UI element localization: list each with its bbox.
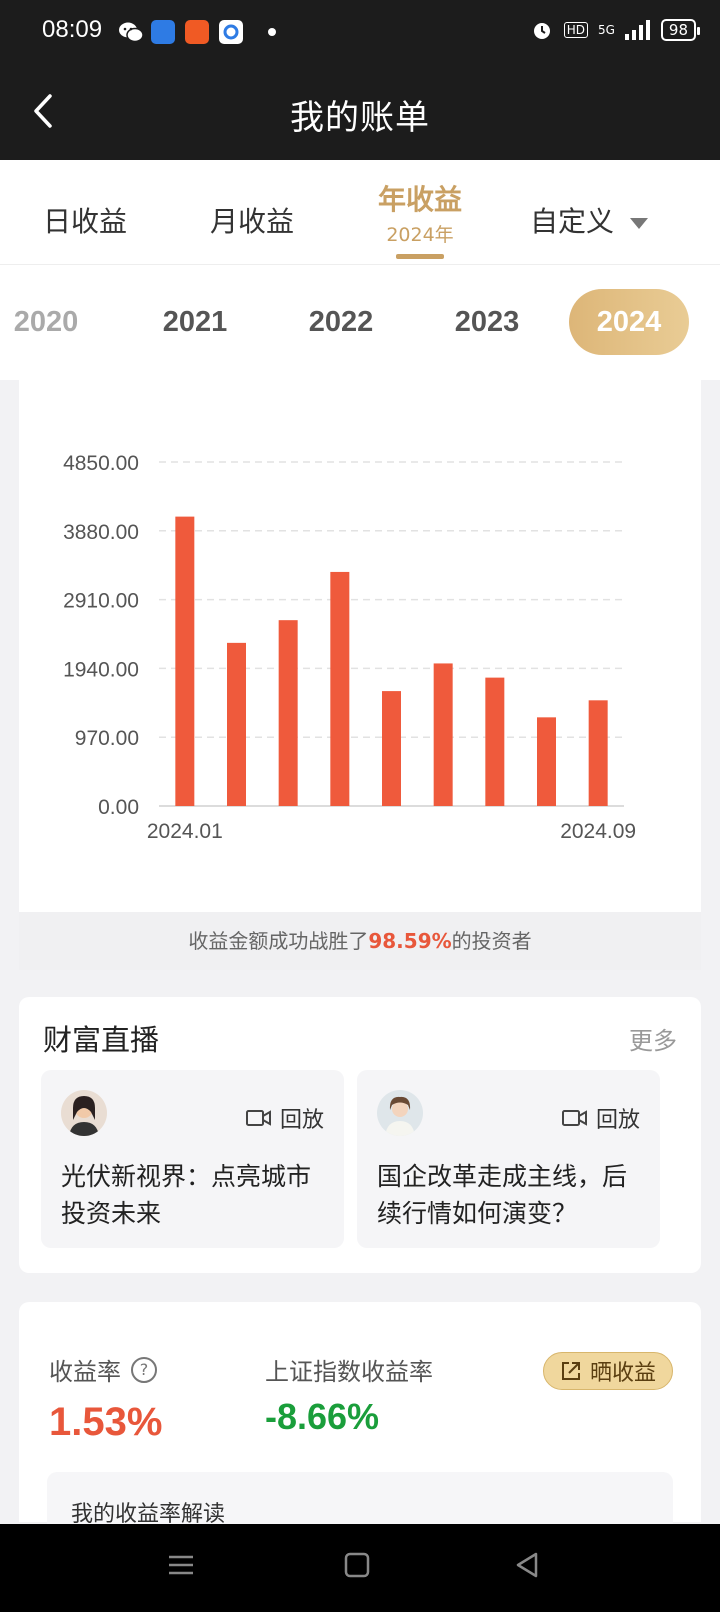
x-tick-label: 2024.01 bbox=[147, 820, 223, 843]
live-item-title: 光伏新视界：点亮城市投资未来 bbox=[61, 1162, 312, 1228]
app-icon-white bbox=[219, 20, 243, 44]
tab-custom[interactable]: 自定义 bbox=[530, 160, 680, 265]
wealth-live-card: 财富直播 更多 回放 光伏新视界：点亮城市投资未来 回放 国企改革走成主线，后续… bbox=[19, 997, 701, 1273]
help-icon[interactable]: ? bbox=[131, 1356, 157, 1383]
signal-icon bbox=[624, 20, 650, 40]
bar-2024.08 bbox=[537, 717, 556, 806]
replay-label: 回放 bbox=[595, 1108, 640, 1133]
year-2024[interactable]: 2024 bbox=[569, 289, 689, 355]
home-icon[interactable] bbox=[342, 1550, 372, 1580]
tab-underline bbox=[396, 254, 444, 259]
bar-2024.07 bbox=[485, 677, 505, 806]
video-camera-icon bbox=[561, 1110, 587, 1126]
live-item-title: 国企改革走成主线，后续行情如何演变？ bbox=[377, 1162, 628, 1228]
app-icon-orange bbox=[185, 20, 209, 44]
y-tick-label: 2910.00 bbox=[63, 590, 139, 613]
replay-tag: 回放 bbox=[561, 1102, 640, 1134]
bar-2024.01 bbox=[175, 516, 195, 806]
page-title: 我的账单 bbox=[290, 98, 430, 138]
tab-custom-wrap: 自定义 bbox=[530, 200, 680, 240]
status-time: 08:09 bbox=[42, 16, 103, 43]
back-triangle-icon[interactable] bbox=[512, 1550, 542, 1580]
wechat-icon bbox=[118, 20, 144, 44]
more-link[interactable]: 更多 bbox=[629, 1021, 677, 1056]
index-rate-label: 上证指数收益率 bbox=[265, 1358, 433, 1386]
live-item[interactable]: 回放 国企改革走成主线，后续行情如何演变？ bbox=[357, 1070, 660, 1248]
tab-daily[interactable]: 日收益 bbox=[25, 160, 145, 265]
tab-label: 年收益 bbox=[377, 183, 462, 216]
beat-suffix: 的投资者 bbox=[451, 929, 532, 953]
period-tabs: 日收益 月收益 年收益 2024年 自定义 bbox=[0, 160, 720, 265]
avatar bbox=[377, 1090, 423, 1136]
share-label: 晒收益 bbox=[589, 1361, 656, 1386]
share-earnings-button[interactable]: 晒收益 bbox=[542, 1352, 673, 1390]
nav-bar: 我的账单 bbox=[0, 64, 720, 160]
interpret-panel[interactable]: 我的收益率解读 bbox=[47, 1472, 673, 1532]
return-rate-value: 1.53% bbox=[49, 1400, 163, 1444]
return-rate-card: 收益率 ? 1.53% 上证指数收益率 -8.66% 晒收益 我的收益率解读 bbox=[19, 1302, 701, 1532]
video-camera-icon bbox=[245, 1110, 271, 1126]
year-selector: 2020 2021 2022 2023 2024 bbox=[0, 265, 720, 380]
year-2020[interactable]: 2020 bbox=[0, 289, 106, 355]
caret-down-icon bbox=[630, 217, 649, 229]
tab-label: 日收益 bbox=[42, 205, 127, 238]
tab-monthly[interactable]: 月收益 bbox=[192, 160, 312, 265]
bar-2024.03 bbox=[278, 620, 298, 806]
y-tick-label: 3880.00 bbox=[63, 521, 139, 544]
beat-percent: 98.59% bbox=[368, 929, 452, 953]
live-item[interactable]: 回放 光伏新视界：点亮城市投资未来 bbox=[41, 1070, 344, 1248]
bar-2024.09 bbox=[588, 700, 608, 806]
bar-2024.05 bbox=[382, 691, 401, 806]
avatar bbox=[61, 1090, 107, 1136]
share-icon bbox=[561, 1362, 580, 1380]
tab-sublabel: 2024年 bbox=[386, 224, 454, 246]
tab-label: 自定义 bbox=[530, 205, 615, 238]
network-label: 5G bbox=[597, 23, 615, 37]
y-tick-label: 4850.00 bbox=[63, 452, 139, 475]
notification-dot bbox=[268, 28, 276, 36]
tab-label: 月收益 bbox=[209, 205, 294, 238]
y-tick-label: 1940.00 bbox=[63, 658, 139, 681]
live-section-title: 财富直播 bbox=[43, 1023, 160, 1057]
rate-label-text: 收益率 bbox=[49, 1358, 121, 1386]
return-rate-label: 收益率 ? bbox=[49, 1352, 157, 1387]
bar-2024.02 bbox=[227, 642, 246, 806]
year-2022[interactable]: 2022 bbox=[281, 289, 401, 355]
index-rate-value: -8.66% bbox=[265, 1396, 380, 1437]
app-icon-blue bbox=[151, 20, 175, 44]
battery-icon: 98 bbox=[660, 19, 701, 41]
tab-yearly[interactable]: 年收益 2024年 bbox=[360, 160, 480, 265]
alarm-icon bbox=[533, 23, 550, 39]
y-tick-label: 970.00 bbox=[75, 727, 139, 750]
menu-icon[interactable] bbox=[166, 1550, 196, 1580]
system-nav-bar bbox=[0, 1524, 720, 1612]
beat-prefix: 收益金额成功战胜了 bbox=[188, 929, 369, 953]
bar-2024.06 bbox=[433, 663, 453, 806]
year-2023[interactable]: 2023 bbox=[427, 289, 547, 355]
hd-label: HD bbox=[563, 22, 588, 38]
beat-investors-bar: 收益金额成功战胜了98.59%的投资者 bbox=[19, 912, 701, 970]
year-2021[interactable]: 2021 bbox=[135, 289, 255, 355]
yearly-earnings-chart: 0.00 970.00 1940.00 2910.00 3880.00 4850.00 20… bbox=[63, 452, 636, 843]
bar-2024.04 bbox=[330, 571, 350, 806]
status-bar: 08:09 HD 5G 98 bbox=[0, 0, 720, 64]
replay-tag: 回放 bbox=[245, 1102, 324, 1134]
status-indicators: HD 5G 98 bbox=[530, 18, 701, 42]
replay-label: 回放 bbox=[279, 1108, 324, 1133]
y-tick-label: 0.00 bbox=[98, 796, 139, 819]
chart-card: 0.00 970.00 1940.00 2910.00 3880.00 4850.00 20… bbox=[19, 380, 701, 970]
x-tick-label: 2024.09 bbox=[560, 820, 636, 843]
